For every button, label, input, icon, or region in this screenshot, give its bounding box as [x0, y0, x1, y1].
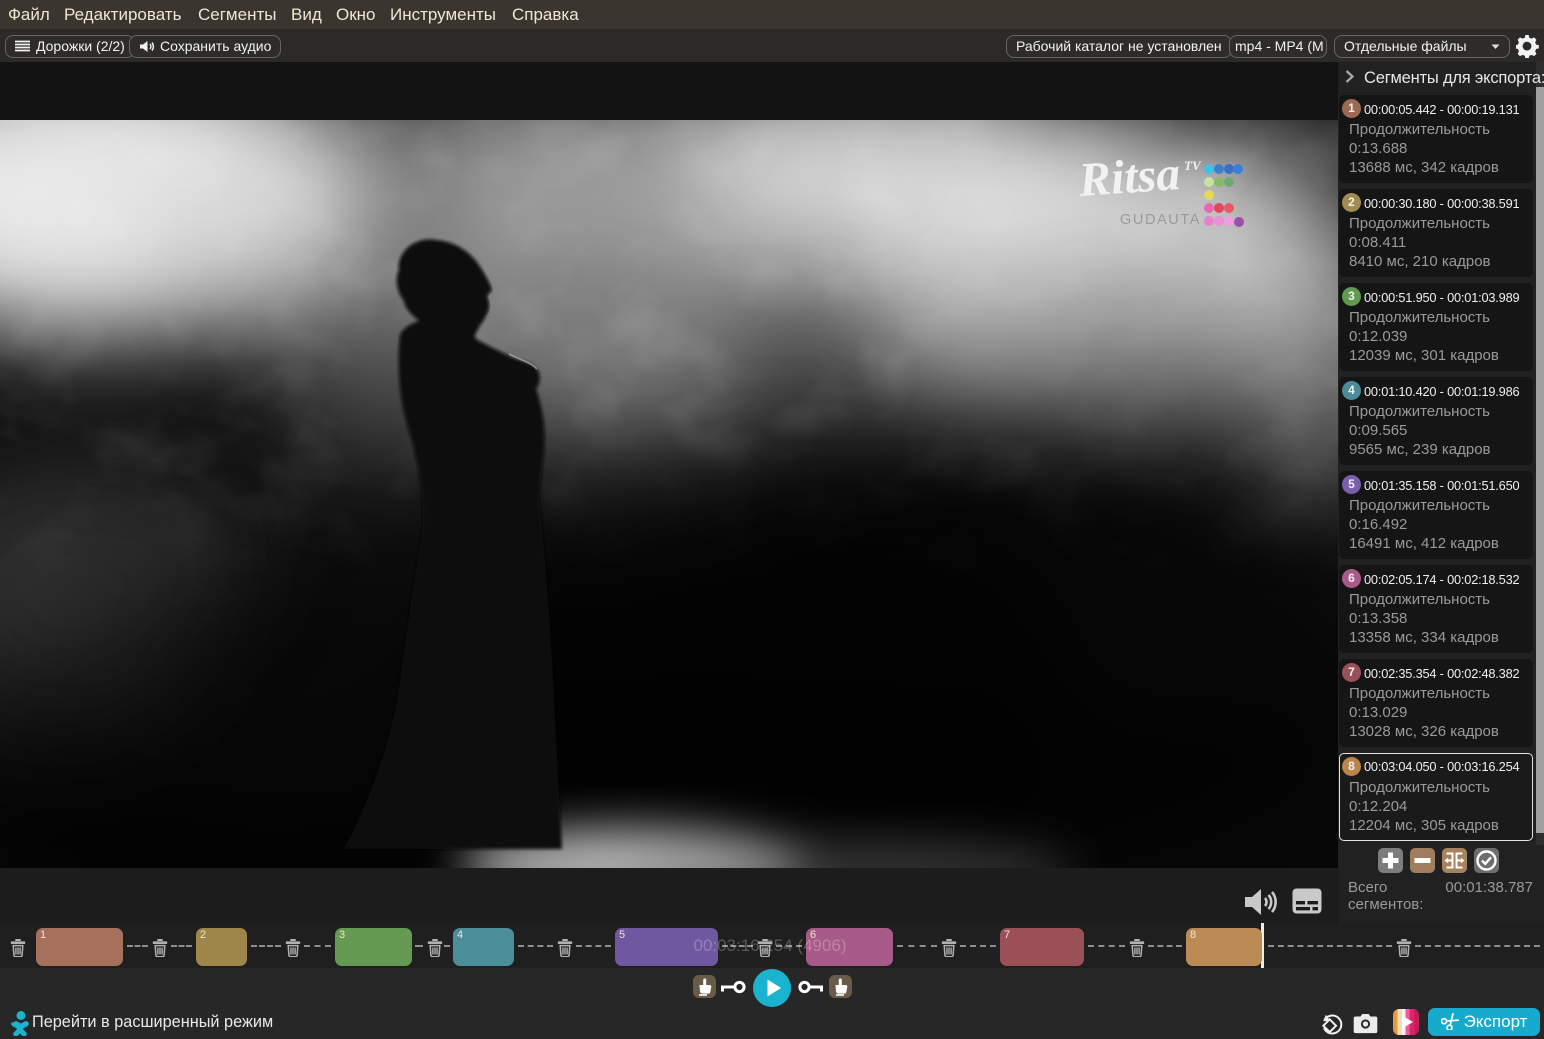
svg-text:Ritsa: Ritsa	[1076, 147, 1182, 207]
svg-text:GUDAUTA: GUDAUTA	[1120, 212, 1201, 228]
svg-text:TV: TV	[1184, 158, 1202, 173]
